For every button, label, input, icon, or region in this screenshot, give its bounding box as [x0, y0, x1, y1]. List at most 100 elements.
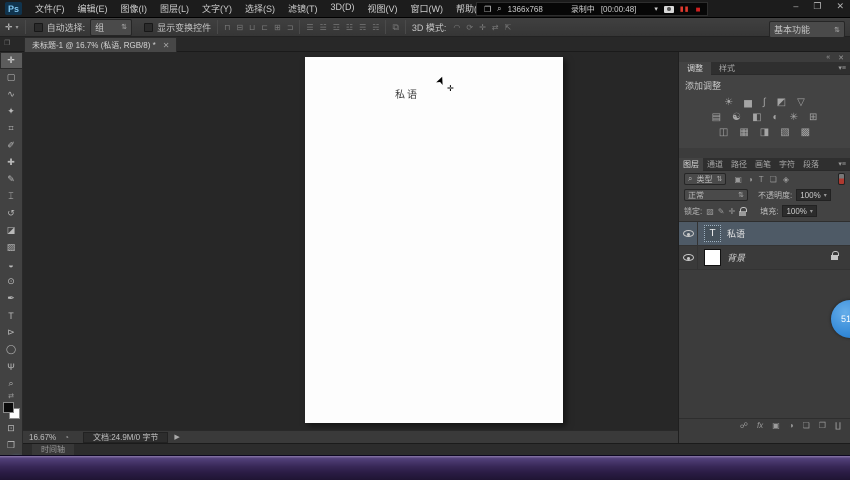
- zoom-tool[interactable]: ⌕: [0, 375, 23, 392]
- menu-view[interactable]: 视图(V): [368, 2, 398, 15]
- tab-layers[interactable]: 图层: [679, 158, 703, 171]
- swap-colors-icon[interactable]: ⇄: [8, 392, 14, 401]
- close-button[interactable]: ✕: [836, 1, 844, 12]
- exposure-icon[interactable]: ◩: [777, 97, 786, 108]
- layer-style-fx-icon[interactable]: fx: [757, 421, 763, 430]
- align-right-edges-icon[interactable]: ⊐: [287, 23, 294, 32]
- brush-tool[interactable]: ✎: [0, 171, 23, 188]
- opacity-value-box[interactable]: 100% ▾: [796, 189, 830, 201]
- filter-smart-objects-icon[interactable]: ◈: [783, 175, 789, 184]
- rectangular-marquee-tool[interactable]: ▢: [0, 69, 23, 86]
- eraser-tool[interactable]: ◪: [0, 222, 23, 239]
- delete-layer-icon[interactable]: ∐: [835, 421, 841, 430]
- 3d-pan-icon[interactable]: ✛: [479, 23, 486, 32]
- quick-mask-button[interactable]: ⊡: [0, 420, 23, 437]
- 3d-slide-icon[interactable]: ⇄: [492, 23, 499, 32]
- tab-paragraph[interactable]: 段落: [799, 158, 823, 171]
- color-swatches[interactable]: [3, 402, 20, 419]
- tab-character[interactable]: 字符: [775, 158, 799, 171]
- invert-icon[interactable]: ◫: [719, 127, 728, 138]
- tab-channels[interactable]: 通道: [703, 158, 727, 171]
- distribute-left-icon[interactable]: ☳: [346, 23, 353, 32]
- canvas-text-layer[interactable]: 私语: [395, 86, 419, 101]
- auto-select-target-dropdown[interactable]: 组 ⇅: [90, 19, 132, 36]
- tab-styles[interactable]: 样式: [711, 62, 743, 75]
- distribute-right-icon[interactable]: ☵: [372, 23, 379, 32]
- selective-color-icon[interactable]: ▧: [780, 127, 789, 138]
- menu-edit[interactable]: 编辑(E): [78, 2, 108, 15]
- vibrance-icon[interactable]: ▽: [797, 97, 805, 108]
- menu-3d[interactable]: 3D(D): [331, 2, 355, 15]
- color-balance-icon[interactable]: ☯: [732, 112, 741, 123]
- tab-timeline[interactable]: 时间轴: [32, 444, 74, 455]
- align-top-edges-icon[interactable]: ⊓: [224, 23, 230, 32]
- photo-filter-icon[interactable]: ◐: [773, 112, 779, 123]
- zoom-level-field[interactable]: 16.67%: [29, 433, 56, 442]
- add-layer-mask-icon[interactable]: ▣: [772, 421, 780, 430]
- document-canvas[interactable]: 私语: [305, 57, 563, 423]
- menu-select[interactable]: 选择(S): [245, 2, 275, 15]
- panel-menu-icon[interactable]: ▾≡: [838, 160, 846, 168]
- channel-mixer-icon[interactable]: ✳: [790, 112, 798, 123]
- tool-preset-dropdown-icon[interactable]: ▾: [16, 24, 19, 31]
- layer-name[interactable]: 背景: [727, 251, 745, 264]
- hand-tool[interactable]: Ψ: [0, 358, 23, 375]
- crop-tool[interactable]: ⌗: [0, 120, 23, 137]
- path-selection-tool[interactable]: ⊳: [0, 324, 23, 341]
- new-group-icon[interactable]: ❏: [803, 421, 810, 430]
- filter-type-layers-icon[interactable]: T: [759, 175, 764, 184]
- collapse-panels-icon[interactable]: «: [826, 54, 830, 62]
- menu-image[interactable]: 图像(I): [121, 2, 148, 15]
- status-expand-icon[interactable]: ▶: [174, 433, 179, 441]
- close-panel-icon[interactable]: ✕: [838, 54, 844, 62]
- history-brush-tool[interactable]: ↺: [0, 205, 23, 222]
- 3d-orbit-icon[interactable]: ◠: [453, 23, 460, 32]
- new-layer-icon[interactable]: ❐: [819, 421, 826, 430]
- pen-tool[interactable]: ✒: [0, 290, 23, 307]
- menu-window[interactable]: 窗口(W): [411, 2, 444, 15]
- brightness-contrast-icon[interactable]: ☀: [724, 97, 733, 108]
- visibility-toggle[interactable]: [679, 222, 698, 245]
- clone-stamp-tool[interactable]: ⌶: [0, 188, 23, 205]
- tab-paths[interactable]: 路径: [727, 158, 751, 171]
- document-tab[interactable]: 未标题-1 @ 16.7% (私语, RGB/8) * ✕: [24, 37, 177, 52]
- menu-layer[interactable]: 图层(L): [160, 2, 189, 15]
- show-transform-checkbox[interactable]: [144, 23, 153, 32]
- distribute-bottom-icon[interactable]: ☲: [333, 23, 340, 32]
- menu-file[interactable]: 文件(F): [35, 2, 65, 15]
- lasso-tool[interactable]: ∿: [0, 86, 23, 103]
- layer-row-background[interactable]: 背景: [679, 246, 850, 270]
- document-close-icon[interactable]: ✕: [163, 41, 170, 50]
- foreground-color-swatch[interactable]: [3, 402, 14, 413]
- workspace-switcher[interactable]: 基本功能 ⇅: [769, 21, 845, 38]
- text-layer-thumbnail[interactable]: T: [704, 225, 721, 242]
- move-tool[interactable]: ✛: [0, 52, 23, 69]
- new-adjustment-layer-icon[interactable]: ◑: [789, 421, 794, 430]
- black-white-icon[interactable]: ◧: [752, 112, 761, 123]
- shape-tool[interactable]: ◯: [0, 341, 23, 358]
- screen-mode-button[interactable]: ❐: [0, 437, 23, 454]
- color-lookup-icon[interactable]: ⊞: [809, 112, 817, 123]
- menu-filter[interactable]: 滤镜(T): [288, 2, 318, 15]
- filter-type-dropdown[interactable]: ⌕ 类型 ⇅: [684, 173, 726, 185]
- fill-value-box[interactable]: 100% ▾: [782, 205, 816, 217]
- auto-select-checkbox[interactable]: [34, 23, 43, 32]
- lock-image-pixels-icon[interactable]: ✎: [718, 207, 725, 216]
- levels-icon[interactable]: ▅: [744, 97, 752, 108]
- align-horizontal-centers-icon[interactable]: ⊞: [274, 23, 281, 32]
- 3d-scale-icon[interactable]: ⇱: [504, 23, 511, 32]
- recorder-pause-button[interactable]: ▮▮: [680, 5, 690, 13]
- posterize-icon[interactable]: ▦: [739, 127, 748, 138]
- recorder-camera-icon[interactable]: [664, 6, 674, 13]
- blur-tool[interactable]: ◒: [0, 256, 23, 273]
- hue-saturation-icon[interactable]: ▤: [712, 112, 721, 123]
- link-layers-icon[interactable]: ☍: [740, 421, 748, 430]
- 3d-roll-icon[interactable]: ⟳: [466, 23, 473, 32]
- tab-brushes[interactable]: 画笔: [751, 158, 775, 171]
- lock-all-icon[interactable]: [739, 211, 746, 216]
- layer-row-text[interactable]: T 私语: [679, 222, 850, 246]
- visibility-toggle[interactable]: [679, 246, 698, 269]
- menu-type[interactable]: 文字(Y): [202, 2, 232, 15]
- curves-icon[interactable]: ∫: [763, 97, 766, 108]
- background-layer-thumbnail[interactable]: [704, 249, 721, 266]
